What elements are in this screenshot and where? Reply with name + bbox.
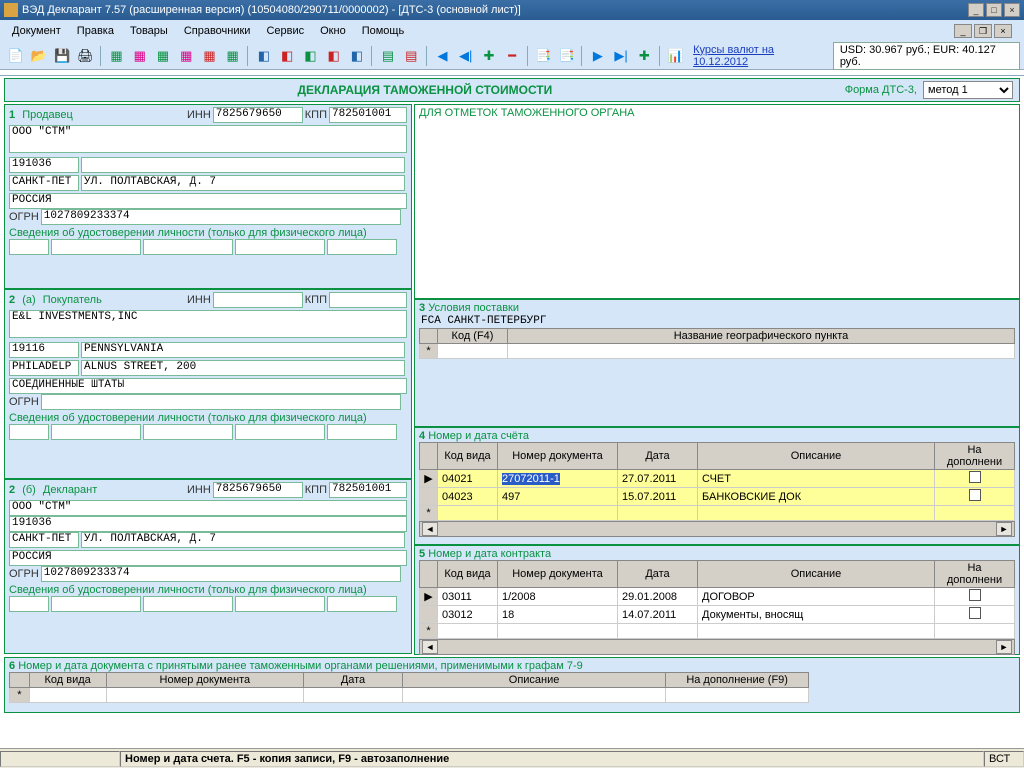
buyer-street[interactable]: ALNUS STREET, 200 [81, 360, 405, 376]
menu-directories[interactable]: Справочники [176, 23, 259, 39]
seller-region[interactable] [81, 157, 405, 173]
menu-window[interactable]: Окно [312, 23, 354, 39]
box-6-prior-decisions: 6 Номер и дата документа с принятыми ран… [4, 657, 1020, 713]
seller-street[interactable]: УЛ. ПОЛТАВСКАЯ, Д. 7 [81, 175, 405, 191]
buyer-ogrn[interactable] [41, 394, 401, 410]
tool-icon-4[interactable]: ▦ [176, 45, 197, 67]
contract-table[interactable]: Код видаНомер документаДатаОписаниеНа до… [419, 560, 1015, 639]
open-icon[interactable]: 📂 [28, 45, 49, 67]
seller-city[interactable]: САНКТ-ПЕТ [9, 175, 79, 191]
menu-service[interactable]: Сервис [258, 23, 312, 39]
box-1-seller: 1 Продавец ИНН 7825679650 КПП 782501001 … [4, 104, 412, 289]
mdi-minimize-button[interactable]: _ [954, 24, 972, 38]
tool-icon-11[interactable]: ◧ [346, 45, 367, 67]
play-end-icon[interactable]: ▶| [610, 45, 631, 67]
buyer-city[interactable]: PHILADELP [9, 360, 79, 376]
declarant-inn[interactable]: 7825679650 [213, 482, 303, 498]
doc-header: ДЕКЛАРАЦИЯ ТАМОЖЕННОЙ СТОИМОСТИ Форма ДТ… [4, 78, 1020, 102]
toolbar: 📄 📂 💾 🖨 ▦ ▦ ▦ ▦ ▦ ▦ ◧ ◧ ◧ ◧ ◧ ▤ ▤ ◀ ◀| ✚… [0, 42, 1024, 70]
box-5-contract: 5 Номер и дата контракта Код видаНомер д… [414, 545, 1020, 655]
tool-icon-10[interactable]: ◧ [323, 45, 344, 67]
seller-name[interactable]: ООО "СТМ" [9, 125, 407, 153]
buyer-post[interactable]: 19116 [9, 342, 79, 358]
method-select[interactable]: метод 1 [923, 81, 1013, 99]
box-2b-declarant: 2 (б) Декларант ИНН 7825679650 КПП 78250… [4, 479, 412, 654]
mdi-close-button[interactable]: × [994, 24, 1012, 38]
new-icon[interactable]: 📄 [5, 45, 26, 67]
tool-icon-2[interactable]: ▦ [129, 45, 150, 67]
window-title: ВЭД Декларант 7.57 (расширенная версия) … [22, 4, 966, 16]
maximize-button[interactable]: □ [986, 3, 1002, 17]
rates-display: USD: 30.967 руб.; EUR: 40.127 руб. [833, 42, 1020, 70]
prior-decisions-table[interactable]: Код видаНомер документаДатаОписаниеНа до… [9, 672, 809, 703]
seller-ogrn[interactable]: 1027809233374 [41, 209, 401, 225]
seller-post[interactable]: 191036 [9, 157, 79, 173]
buyer-inn[interactable] [213, 292, 303, 308]
arrow-left-icon[interactable]: ◀ [432, 45, 453, 67]
save-icon[interactable]: 💾 [51, 45, 72, 67]
print-icon[interactable]: 🖨 [75, 45, 96, 67]
mdi-restore-button[interactable]: ❐ [974, 24, 992, 38]
buyer-name[interactable]: E&L INVESTMENTS,INC [9, 310, 407, 338]
arrow-prev-icon[interactable]: ◀| [455, 45, 476, 67]
title-bar: ВЭД Декларант 7.57 (расширенная версия) … [0, 0, 1024, 20]
plus2-icon[interactable]: ✚ [634, 45, 655, 67]
tool-icon-5[interactable]: ▦ [199, 45, 220, 67]
invoice-table[interactable]: Код видаНомер документаДатаОписаниеНа до… [419, 442, 1015, 521]
app-icon [4, 3, 18, 17]
status-text: Номер и дата счета. F5 - копия записи, F… [120, 751, 984, 767]
doc-title: ДЕКЛАРАЦИЯ ТАМОЖЕННОЙ СТОИМОСТИ [11, 83, 839, 97]
doc-icon-b[interactable]: 📑 [556, 45, 577, 67]
form-label: Форма ДТС-3, [845, 84, 917, 96]
tool-icon-12[interactable]: ▤ [377, 45, 398, 67]
seller-kpp[interactable]: 782501001 [329, 107, 407, 123]
doc-icon-a[interactable]: 📑 [533, 45, 554, 67]
menu-edit[interactable]: Правка [69, 23, 122, 39]
menu-document[interactable]: Документ [4, 23, 69, 39]
rates-link[interactable]: Курсы валют на 10.12.2012 [693, 44, 827, 68]
tool-icon-8[interactable]: ◧ [277, 45, 298, 67]
chart-icon[interactable]: 📊 [665, 45, 686, 67]
menu-help[interactable]: Помощь [354, 23, 413, 39]
declarant-city[interactable]: САНКТ-ПЕТ [9, 532, 79, 548]
declarant-name[interactable]: ООО "СТМ" [9, 500, 407, 516]
seller-inn[interactable]: 7825679650 [213, 107, 303, 123]
statusbar: Номер и дата счета. F5 - копия записи, F… [0, 748, 1024, 768]
tool-icon-3[interactable]: ▦ [152, 45, 173, 67]
menubar: Документ Правка Товары Справочники Серви… [0, 20, 1024, 42]
box-2a-buyer: 2 (а) Покупатель ИНН КПП E&L INVESTMENTS… [4, 289, 412, 479]
close-button[interactable]: × [1004, 3, 1020, 17]
box-4-invoice: 4 Номер и дата счёта Код видаНомер докум… [414, 427, 1020, 545]
declarant-post[interactable]: 191036 [9, 516, 407, 532]
box-3-delivery: 3 Условия поставки FCA САНКТ-ПЕТЕРБУРГ К… [414, 299, 1020, 427]
customs-marks-box: ДЛЯ ОТМЕТОК ТАМОЖЕННОГО ОРГАНА [414, 104, 1020, 299]
declarant-ogrn[interactable]: 1027809233374 [41, 566, 401, 582]
minimize-button[interactable]: _ [968, 3, 984, 17]
caps-indicator: ВСТ [984, 751, 1024, 767]
plus-icon[interactable]: ✚ [478, 45, 499, 67]
tool-icon-13[interactable]: ▤ [401, 45, 422, 67]
menu-goods[interactable]: Товары [122, 23, 176, 39]
buyer-region[interactable]: PENNSYLVANIA [81, 342, 405, 358]
declarant-country[interactable]: РОССИЯ [9, 550, 407, 566]
tool-icon-6[interactable]: ▦ [222, 45, 243, 67]
tool-icon-9[interactable]: ◧ [300, 45, 321, 67]
declarant-kpp[interactable]: 782501001 [329, 482, 407, 498]
tool-icon-1[interactable]: ▦ [106, 45, 127, 67]
delivery-table[interactable]: Код (F4)Название географического пункта … [419, 328, 1015, 359]
minus-icon[interactable]: ━ [502, 45, 523, 67]
buyer-kpp[interactable] [329, 292, 407, 308]
buyer-country[interactable]: СОЕДИНЕННЫЕ ШТАТЫ [9, 378, 407, 394]
hscroll[interactable]: ◄► [419, 521, 1015, 537]
declarant-street[interactable]: УЛ. ПОЛТАВСКАЯ, Д. 7 [81, 532, 405, 548]
play-icon[interactable]: ▶ [587, 45, 608, 67]
seller-country[interactable]: РОССИЯ [9, 193, 407, 209]
tool-icon-7[interactable]: ◧ [253, 45, 274, 67]
hscroll2[interactable]: ◄► [419, 639, 1015, 655]
